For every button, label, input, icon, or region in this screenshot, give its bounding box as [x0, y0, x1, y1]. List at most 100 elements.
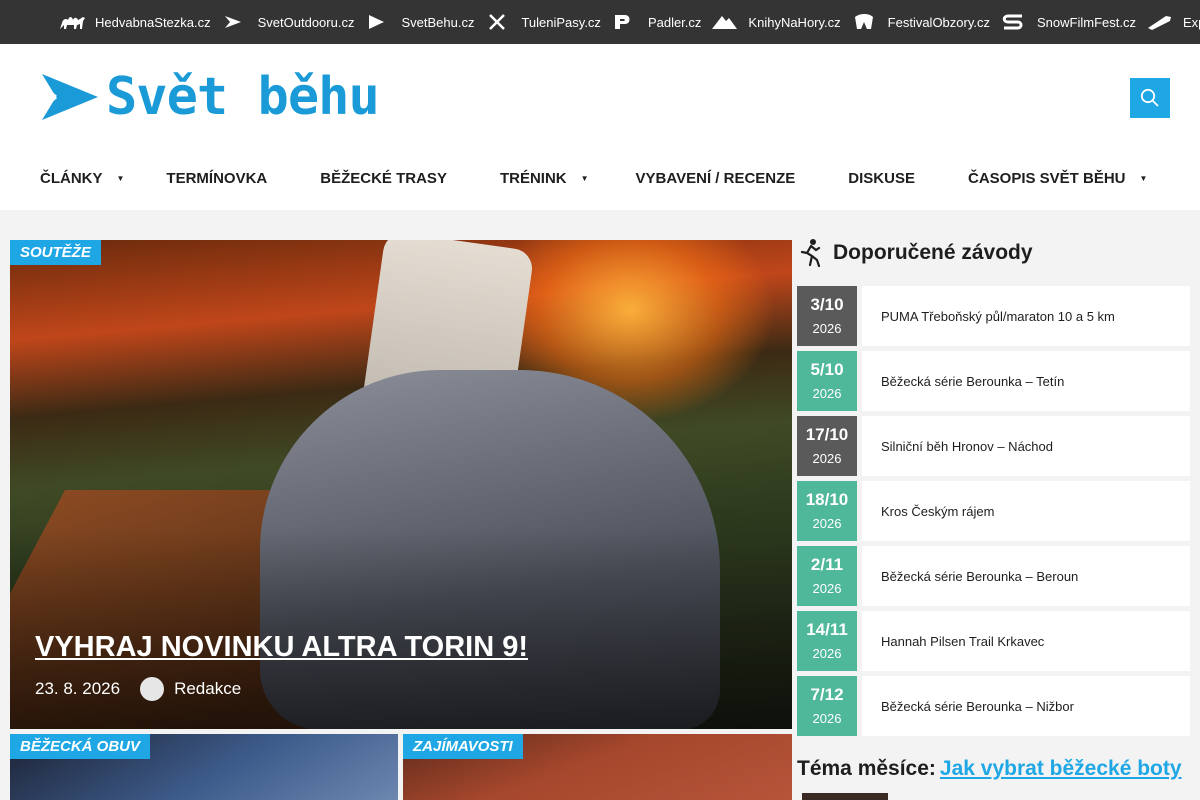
race-year: 2026 — [812, 386, 842, 401]
race-name[interactable]: Hannah Pilsen Trail Krkavec — [862, 611, 1190, 671]
site-header: Svět běhu ČLÁNKY ▼ TERMÍNOVKA BĚŽECKÉ TR… — [0, 44, 1200, 210]
network-label: SnowFilmFest.cz — [1037, 14, 1136, 30]
s-letter-icon — [1000, 13, 1028, 31]
nav-item-clanky[interactable]: ČLÁNKY ▼ — [40, 170, 124, 187]
expedition-pen-icon — [1146, 13, 1174, 31]
network-label: SvetOutdooru.cz — [257, 14, 355, 30]
race-name[interactable]: Kros Českým rájem — [862, 481, 1190, 541]
nav-label: TERMÍNOVKA — [166, 170, 268, 187]
search-icon — [1140, 88, 1159, 107]
race-date-badge: 7/12 2026 — [797, 676, 857, 736]
theme-thumbnail[interactable] — [802, 793, 888, 800]
camel-icon — [58, 13, 86, 31]
caret-down-icon: ▼ — [580, 174, 589, 183]
network-label: FestivalObzory.cz — [887, 14, 990, 30]
sidebar-title: Doporučené závody — [833, 241, 1033, 264]
race-name[interactable]: Běžecká série Berounka – Beroun — [862, 546, 1190, 606]
network-link-hedvabnastezka[interactable]: HedvabnaStezka.cz — [58, 13, 211, 31]
sidebar-heading: Doporučené závody — [797, 238, 1033, 268]
network-label: HedvabnaStezka.cz — [95, 14, 211, 30]
nav-item-terminovka[interactable]: TERMÍNOVKA — [166, 170, 267, 187]
network-link-snowfilmfest[interactable]: SnowFilmFest.cz — [1000, 13, 1136, 31]
crossed-skis-icon — [484, 13, 512, 31]
logo-arrow-icon — [41, 74, 98, 120]
race-item[interactable]: 17/10 2026 Silniční běh Hronov – Náchod — [797, 416, 1190, 476]
network-link-svetbehu[interactable]: SvetBehu.cz — [364, 13, 474, 31]
race-name[interactable]: Silniční běh Hronov – Náchod — [862, 416, 1190, 476]
article-card[interactable]: ZAJÍMAVOSTI — [403, 734, 792, 800]
nav-item-casopis[interactable]: ČASOPIS SVĚT BĚHU ▼ — [968, 170, 1147, 187]
network-link-padler[interactable]: Padler.cz — [611, 13, 701, 31]
race-date-badge: 3/10 2026 — [797, 286, 857, 346]
race-day: 3/10 — [810, 295, 844, 314]
race-date-badge: 2/11 2026 — [797, 546, 857, 606]
hero-meta: 23. 8. 2026 Redakce — [35, 677, 241, 701]
race-day: 17/10 — [805, 425, 849, 444]
race-name[interactable]: Běžecká série Berounka – Tetín — [862, 351, 1190, 411]
nav-label: ČASOPIS SVĚT BĚHU — [967, 170, 1126, 187]
p-letter-icon — [611, 13, 639, 31]
hero-title[interactable]: VYHRAJ NOVINKU ALTRA TORIN 9! — [35, 631, 528, 664]
mountain-icon — [711, 13, 739, 31]
nav-item-diskuse[interactable]: DISKUSE — [848, 170, 915, 187]
nav-label: VYBAVENÍ / RECENZE — [635, 170, 796, 187]
race-item[interactable]: 5/10 2026 Běžecká série Berounka – Tetín — [797, 351, 1190, 411]
race-item[interactable]: 14/11 2026 Hannah Pilsen Trail Krkavec — [797, 611, 1190, 671]
network-label: SvetBehu.cz — [401, 14, 475, 30]
race-item[interactable]: 18/10 2026 Kros Českým rájem — [797, 481, 1190, 541]
network-link-festivalobzory[interactable]: FestivalObzory.cz — [851, 13, 990, 31]
author-link[interactable]: Redakce — [174, 679, 241, 699]
article-card[interactable]: BĚŽECKÁ OBUV — [10, 734, 398, 800]
arrow-chevron-icon — [221, 13, 249, 31]
site-logo[interactable]: Svět běhu — [40, 67, 380, 127]
race-date-badge: 5/10 2026 — [797, 351, 857, 411]
play-flag-icon — [364, 13, 392, 31]
network-link-tulenipasy[interactable]: TuleniPasy.cz — [484, 13, 601, 31]
network-bar: HedvabnaStezka.cz SvetOutdooru.cz SvetBe… — [0, 0, 1200, 44]
main-navigation: ČLÁNKY ▼ TERMÍNOVKA BĚŽECKÉ TRASY TRÉNIN… — [40, 170, 1147, 187]
race-year: 2026 — [812, 646, 842, 661]
race-name[interactable]: Běžecká série Berounka – Nižbor — [862, 676, 1190, 736]
race-day: 14/11 — [806, 620, 848, 639]
network-label: TuleniPasy.cz — [521, 14, 601, 30]
race-year: 2026 — [812, 581, 842, 596]
race-item[interactable]: 2/11 2026 Běžecká série Berounka – Beroun — [797, 546, 1190, 606]
hero-article[interactable]: SOUTĚŽE VYHRAJ NOVINKU ALTRA TORIN 9! 23… — [10, 240, 792, 729]
avatar — [140, 677, 165, 701]
theme-link[interactable]: Jak vybrat běžecké boty — [940, 757, 1182, 780]
nav-item-vybaveni-recenze[interactable]: VYBAVENÍ / RECENZE — [636, 170, 796, 187]
race-day: 7/12 — [810, 685, 844, 704]
nav-label: ČLÁNKY — [40, 170, 103, 187]
article-date: 23. 8. 2026 — [35, 679, 121, 698]
race-date-badge: 18/10 2026 — [797, 481, 857, 541]
caret-down-icon: ▼ — [116, 174, 125, 183]
nav-label: DISKUSE — [848, 170, 915, 187]
race-day: 18/10 — [805, 490, 849, 509]
caret-down-icon: ▼ — [1139, 174, 1148, 183]
search-button[interactable] — [1130, 78, 1170, 118]
theme-of-month: Téma měsíce: Jak vybrat běžecké boty — [797, 757, 1182, 781]
nav-label: BĚŽECKÉ TRASY — [320, 170, 447, 187]
race-day: 5/10 — [810, 360, 844, 379]
category-badge[interactable]: ZAJÍMAVOSTI — [403, 734, 523, 759]
nav-item-trenink[interactable]: TRÉNINK ▼ — [500, 170, 589, 187]
race-name[interactable]: PUMA Třeboňský půl/maraton 10 a 5 km — [862, 286, 1190, 346]
nav-label: TRÉNINK — [499, 170, 567, 187]
theme-label: Téma měsíce: — [797, 757, 936, 780]
race-year: 2026 — [812, 321, 842, 336]
network-link-expedicnikamera[interactable]: ExpedicniKamera.cz — [1146, 13, 1200, 31]
runner-icon — [800, 239, 821, 268]
logo-text: Svět běhu — [106, 67, 380, 127]
race-date-badge: 14/11 2026 — [797, 611, 857, 671]
network-link-knihynahory[interactable]: KnihyNaHory.cz — [711, 13, 841, 31]
category-badge[interactable]: SOUTĚŽE — [10, 240, 101, 265]
race-year: 2026 — [812, 516, 842, 531]
race-item[interactable]: 3/10 2026 PUMA Třeboňský půl/maraton 10 a … — [797, 286, 1190, 346]
category-badge[interactable]: BĚŽECKÁ OBUV — [10, 734, 151, 759]
festival-badge-icon — [851, 13, 879, 31]
nav-item-bezecke-trasy[interactable]: BĚŽECKÉ TRASY — [320, 170, 447, 187]
network-link-svetoutdooru[interactable]: SvetOutdooru.cz — [221, 13, 355, 31]
network-label: ExpedicniKamera.cz — [1182, 14, 1200, 30]
race-item[interactable]: 7/12 2026 Běžecká série Berounka – Nižbor — [797, 676, 1190, 736]
network-label: KnihyNaHory.cz — [748, 14, 841, 30]
